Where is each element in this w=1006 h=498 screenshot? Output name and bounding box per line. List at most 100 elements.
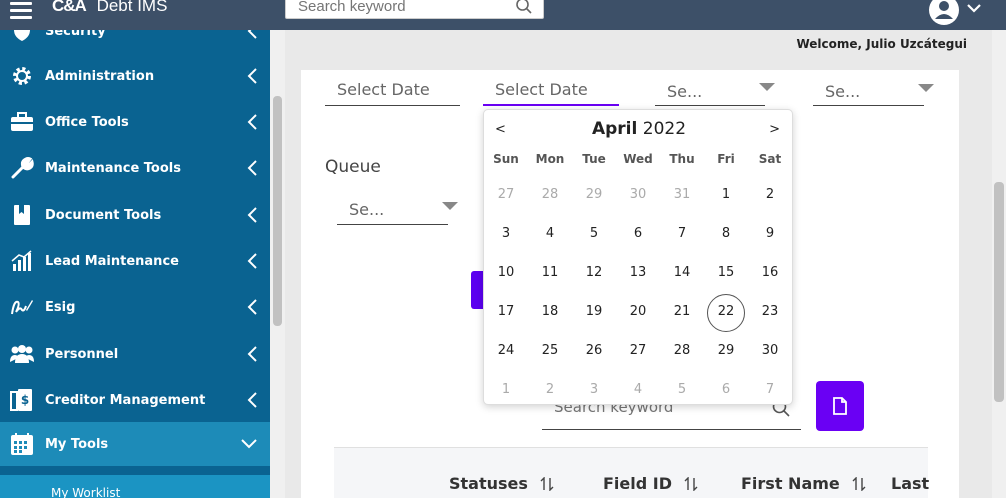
calendar-day[interactable]: 7 bbox=[748, 382, 792, 397]
calendar-day[interactable]: 12 bbox=[572, 265, 616, 280]
select-field-1[interactable]: Se... bbox=[655, 70, 765, 106]
select-field-2[interactable]: Se... bbox=[813, 70, 934, 106]
calendar-next-button[interactable]: > bbox=[769, 122, 780, 137]
dropdown-caret-icon[interactable] bbox=[759, 83, 775, 91]
calendar-day[interactable]: 6 bbox=[704, 382, 748, 397]
date-field-from[interactable]: Select Date bbox=[325, 70, 460, 106]
calendar-day[interactable]: 5 bbox=[660, 382, 704, 397]
calendar-weekday: Sun bbox=[493, 151, 519, 166]
calendar-day[interactable]: 15 bbox=[704, 265, 748, 280]
calendar-day[interactable]: 18 bbox=[528, 304, 572, 319]
column-header-first-name[interactable]: First Name bbox=[741, 474, 866, 493]
calendar-day[interactable]: 7 bbox=[660, 226, 704, 241]
chart-icon bbox=[9, 248, 35, 274]
calendar-week-row: 3456789 bbox=[484, 214, 794, 253]
calendar-day[interactable]: 25 bbox=[528, 343, 572, 358]
calendar-day[interactable]: 30 bbox=[748, 343, 792, 358]
sidebar-item-lead-maintenance[interactable]: Lead Maintenance bbox=[0, 239, 270, 283]
calendar-day[interactable]: 2 bbox=[528, 382, 572, 397]
calendar-day[interactable]: 13 bbox=[616, 265, 660, 280]
calendar-day[interactable]: 28 bbox=[528, 187, 572, 202]
calendar-day[interactable]: 11 bbox=[528, 265, 572, 280]
calendar-day[interactable]: 16 bbox=[748, 265, 792, 280]
product-name: Debt IMS bbox=[96, 0, 168, 15]
sidebar-item-office-tools[interactable]: Office Tools bbox=[0, 100, 270, 144]
sidebar-item-maintenance-tools[interactable]: Maintenance Tools bbox=[0, 146, 270, 190]
calendar-day[interactable]: 20 bbox=[616, 304, 660, 319]
sidebar-subitem-my-worklist[interactable]: My Worklist bbox=[0, 475, 270, 498]
column-header-statuses[interactable]: Statuses bbox=[449, 474, 554, 493]
calendar-week-row: 10 11 12 13 14 15 16 bbox=[484, 253, 794, 292]
chevron-left-icon bbox=[247, 207, 257, 223]
briefcase-icon bbox=[9, 109, 35, 135]
calendar-day[interactable]: 28 bbox=[660, 343, 704, 358]
calendar-day[interactable]: 29 bbox=[572, 187, 616, 202]
chevron-down-icon[interactable] bbox=[966, 2, 982, 14]
sidebar-item-personnel[interactable]: Personnel bbox=[0, 332, 270, 376]
calendar-day[interactable]: 22 bbox=[704, 294, 748, 332]
calendar-day[interactable]: 2 bbox=[748, 187, 792, 202]
sort-icon[interactable] bbox=[540, 476, 554, 491]
sidebar-item-administration[interactable]: Administration bbox=[0, 54, 270, 98]
calendar-day[interactable]: 6 bbox=[616, 226, 660, 241]
scrollbar-thumb[interactable] bbox=[273, 96, 282, 326]
dropdown-caret-icon[interactable] bbox=[442, 202, 458, 210]
top-search-input[interactable] bbox=[286, 0, 506, 17]
calendar-day[interactable]: 31 bbox=[660, 187, 704, 202]
column-header-field-id[interactable]: Field ID bbox=[603, 474, 698, 493]
calendar-day[interactable]: 29 bbox=[704, 343, 748, 358]
chevron-left-icon bbox=[247, 346, 257, 362]
calendar-day[interactable]: 3 bbox=[572, 382, 616, 397]
calendar-day[interactable]: 21 bbox=[660, 304, 704, 319]
calendar-day[interactable]: 4 bbox=[616, 382, 660, 397]
calendar-day[interactable]: 23 bbox=[748, 304, 792, 319]
brand[interactable]: C&A Debt IMS bbox=[52, 0, 167, 16]
top-search-box bbox=[285, 0, 544, 19]
sidebar-item-creditor-management[interactable]: $ Creditor Management bbox=[0, 378, 270, 422]
user-avatar-icon[interactable] bbox=[928, 0, 960, 26]
sidebar-item-document-tools[interactable]: Document Tools bbox=[0, 193, 270, 237]
calendar-day[interactable]: 17 bbox=[484, 304, 528, 319]
calendar-day[interactable]: 24 bbox=[484, 343, 528, 358]
dropdown-caret-icon[interactable] bbox=[918, 84, 934, 92]
sidebar-item-esig[interactable]: Esig bbox=[0, 285, 270, 329]
calendar-day[interactable]: 19 bbox=[572, 304, 616, 319]
select-value: Se... bbox=[825, 82, 861, 101]
calendar-day[interactable]: 1 bbox=[704, 187, 748, 202]
calendar-day[interactable]: 5 bbox=[572, 226, 616, 241]
sidebar-subitem-label: My Worklist bbox=[51, 486, 121, 498]
calendar-month[interactable]: April bbox=[592, 119, 637, 139]
column-header-last-name[interactable]: Last bbox=[891, 474, 929, 493]
calendar-year[interactable]: 2022 bbox=[643, 119, 686, 139]
calendar-day[interactable]: 1 bbox=[484, 382, 528, 397]
scrollbar-thumb[interactable] bbox=[994, 182, 1004, 402]
sidebar-scrollbar[interactable] bbox=[270, 30, 285, 498]
calendar-week-row: 1234567 bbox=[484, 370, 794, 409]
sort-icon[interactable] bbox=[684, 476, 698, 491]
chevron-left-icon bbox=[247, 299, 257, 315]
book-icon bbox=[9, 202, 35, 228]
calendar-day[interactable]: 8 bbox=[704, 226, 748, 241]
search-icon[interactable] bbox=[515, 0, 533, 15]
queue-select[interactable]: Se... bbox=[337, 189, 458, 225]
calendar-day[interactable]: 27 bbox=[616, 343, 660, 358]
calendar-day[interactable]: 26 bbox=[572, 343, 616, 358]
sidebar-item-security[interactable]: Security bbox=[0, 30, 270, 53]
calendar-weekday: Thu bbox=[669, 151, 695, 166]
export-file-button[interactable] bbox=[816, 381, 864, 431]
hamburger-menu-icon[interactable] bbox=[10, 2, 32, 20]
sidebar-item-my-tools[interactable]: My Tools bbox=[0, 422, 270, 466]
chevron-left-icon bbox=[247, 392, 257, 408]
calendar-day[interactable]: 30 bbox=[616, 187, 660, 202]
calendar-week-row: 17 18 19 20 21 22 23 bbox=[484, 292, 794, 332]
main-scrollbar[interactable] bbox=[992, 30, 1006, 498]
date-field-to[interactable]: Select Date bbox=[483, 70, 619, 106]
calendar-day[interactable]: 4 bbox=[528, 226, 572, 241]
calendar-day[interactable]: 9 bbox=[748, 226, 792, 241]
column-header-label: First Name bbox=[741, 474, 840, 493]
calendar-day[interactable]: 10 bbox=[484, 265, 528, 280]
sort-icon[interactable] bbox=[852, 476, 866, 491]
calendar-day[interactable]: 27 bbox=[484, 187, 528, 202]
calendar-day[interactable]: 14 bbox=[660, 265, 704, 280]
calendar-day[interactable]: 3 bbox=[484, 226, 528, 241]
